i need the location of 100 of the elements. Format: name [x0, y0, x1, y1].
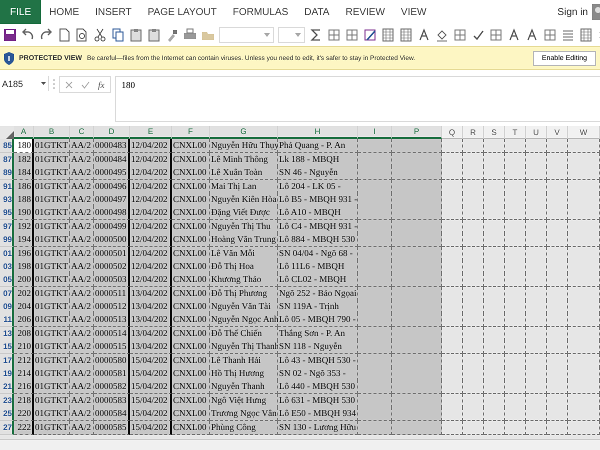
brush-icon[interactable] [165, 28, 179, 42]
clipboard-icon[interactable] [129, 28, 143, 42]
row-header[interactable]: 25 [0, 407, 14, 422]
sign-in-link[interactable]: Sign in [553, 0, 592, 24]
spelling-icon[interactable] [471, 28, 485, 42]
pencil-icon[interactable] [363, 28, 377, 42]
ribbon-tab[interactable]: FORMULAS [224, 0, 296, 24]
table-icon[interactable] [327, 28, 341, 42]
row-header[interactable]: 13 [0, 326, 14, 341]
table-icon[interactable] [453, 28, 467, 42]
table-cell: 01GTKT [34, 313, 70, 328]
ribbon-tab[interactable]: VIEW [392, 0, 434, 24]
table-cell: Trương Ngọc Vân [210, 407, 278, 422]
table-cell: 0000515 [94, 340, 130, 354]
row-header[interactable]: 23 [0, 394, 14, 408]
check-icon[interactable] [81, 80, 90, 88]
table-cell: Nguyễn Văn Tài [210, 300, 278, 314]
align-icon[interactable] [561, 28, 575, 42]
row-header[interactable]: 05 [0, 273, 14, 288]
file-tab[interactable]: FILE [0, 0, 42, 24]
row-header[interactable]: 93 [0, 192, 14, 207]
column-header[interactable]: U [526, 126, 547, 140]
column-header[interactable]: W [568, 126, 600, 140]
table-cell: 01GTKT [34, 152, 70, 167]
column-header[interactable]: D [94, 126, 130, 140]
row-header[interactable]: 19 [0, 367, 14, 382]
column-header[interactable]: V [547, 126, 568, 140]
cut-icon[interactable] [93, 28, 107, 42]
copy-icon[interactable] [111, 28, 125, 42]
column-header[interactable]: P [392, 126, 442, 140]
row-header[interactable]: 99 [0, 233, 14, 248]
table-icon[interactable] [543, 28, 557, 42]
row-header[interactable]: 09 [0, 300, 14, 314]
row-header[interactable]: 91 [0, 180, 14, 194]
column-header[interactable]: R [463, 126, 484, 140]
row-header[interactable]: 21 [0, 380, 14, 394]
table-cell: 196 [14, 246, 34, 261]
row-header[interactable]: 97 [0, 220, 14, 234]
letter-icon[interactable] [507, 28, 521, 42]
row-header[interactable]: 95 [0, 206, 14, 220]
row-header[interactable]: 07 [0, 286, 14, 301]
ribbon-tab[interactable]: PAGE LAYOUT [140, 0, 225, 24]
table-icon[interactable] [345, 28, 359, 42]
insert-function-button[interactable]: fx [98, 80, 104, 90]
clipboard-icon[interactable] [147, 28, 161, 42]
redo-icon[interactable] [39, 28, 53, 42]
column-header[interactable]: T [505, 126, 526, 140]
row-header[interactable]: 01 [0, 246, 14, 261]
sum-icon[interactable] [309, 28, 323, 42]
ribbon-tab[interactable]: INSERT [87, 0, 140, 24]
column-header[interactable]: B [34, 126, 70, 140]
column-header[interactable]: G [210, 126, 278, 140]
column-header[interactable]: E [130, 126, 172, 140]
save-icon[interactable] [3, 28, 17, 42]
table-cell: 13/04/202 [130, 340, 172, 354]
ribbon-tab[interactable]: DATA [296, 0, 338, 24]
table-cell: AA/2 [70, 407, 94, 422]
table-cell: 01GTKT [34, 180, 70, 194]
row-header[interactable]: 27 [0, 420, 14, 435]
row-header[interactable]: 17 [0, 354, 14, 368]
column-header[interactable]: A [14, 126, 34, 140]
column-header[interactable]: C [70, 126, 94, 140]
table-cell: Ngõ 252 - Bảo Ngọai [278, 286, 358, 301]
name-box[interactable]: A185 [0, 76, 49, 91]
table-cell: 15/04/202 [130, 354, 172, 368]
table-cell: 222 [14, 420, 34, 435]
table-cell: 0000582 [94, 380, 130, 394]
row-header[interactable]: 15 [0, 340, 14, 354]
undo-icon[interactable] [21, 28, 35, 42]
table-cell: Lô B5 - MBQH 931 - [278, 192, 358, 207]
column-header[interactable]: F [172, 126, 210, 140]
table-cell: 180 [14, 139, 34, 154]
table-cell: 12/04/202 [130, 152, 172, 167]
row-header[interactable]: 85 [0, 139, 14, 154]
row-header[interactable]: 87 [0, 152, 14, 167]
row-header[interactable]: 03 [0, 260, 14, 274]
column-header[interactable]: I [358, 126, 392, 140]
print-preview-icon[interactable] [75, 28, 89, 42]
ribbon-tab[interactable]: HOME [41, 0, 88, 24]
letter-icon[interactable] [525, 28, 539, 42]
letter-icon[interactable] [417, 28, 431, 42]
table-cell: 15/04/202 [130, 407, 172, 422]
formula-input[interactable]: 180 [114, 76, 600, 122]
grid-icon[interactable] [579, 28, 593, 42]
table-icon[interactable] [489, 28, 503, 42]
printer-icon[interactable] [183, 28, 197, 42]
table-cell: CNXL00 [172, 152, 210, 167]
page-icon[interactable] [57, 28, 71, 42]
fill-bucket-icon[interactable] [435, 28, 449, 42]
table-cell: AA/2 [70, 300, 94, 314]
ribbon-tab[interactable]: REVIEW [337, 0, 393, 24]
column-header[interactable]: Q [442, 126, 463, 140]
column-header[interactable]: H [278, 126, 358, 140]
grid-icon[interactable] [381, 28, 395, 42]
column-header[interactable]: S [484, 126, 505, 140]
row-header[interactable]: 89 [0, 166, 14, 180]
table-cell: 12/04/202 [130, 166, 172, 180]
grid-icon[interactable] [399, 28, 413, 42]
row-header[interactable]: 11 [0, 313, 14, 328]
table-cell: AA/2 [70, 166, 94, 180]
